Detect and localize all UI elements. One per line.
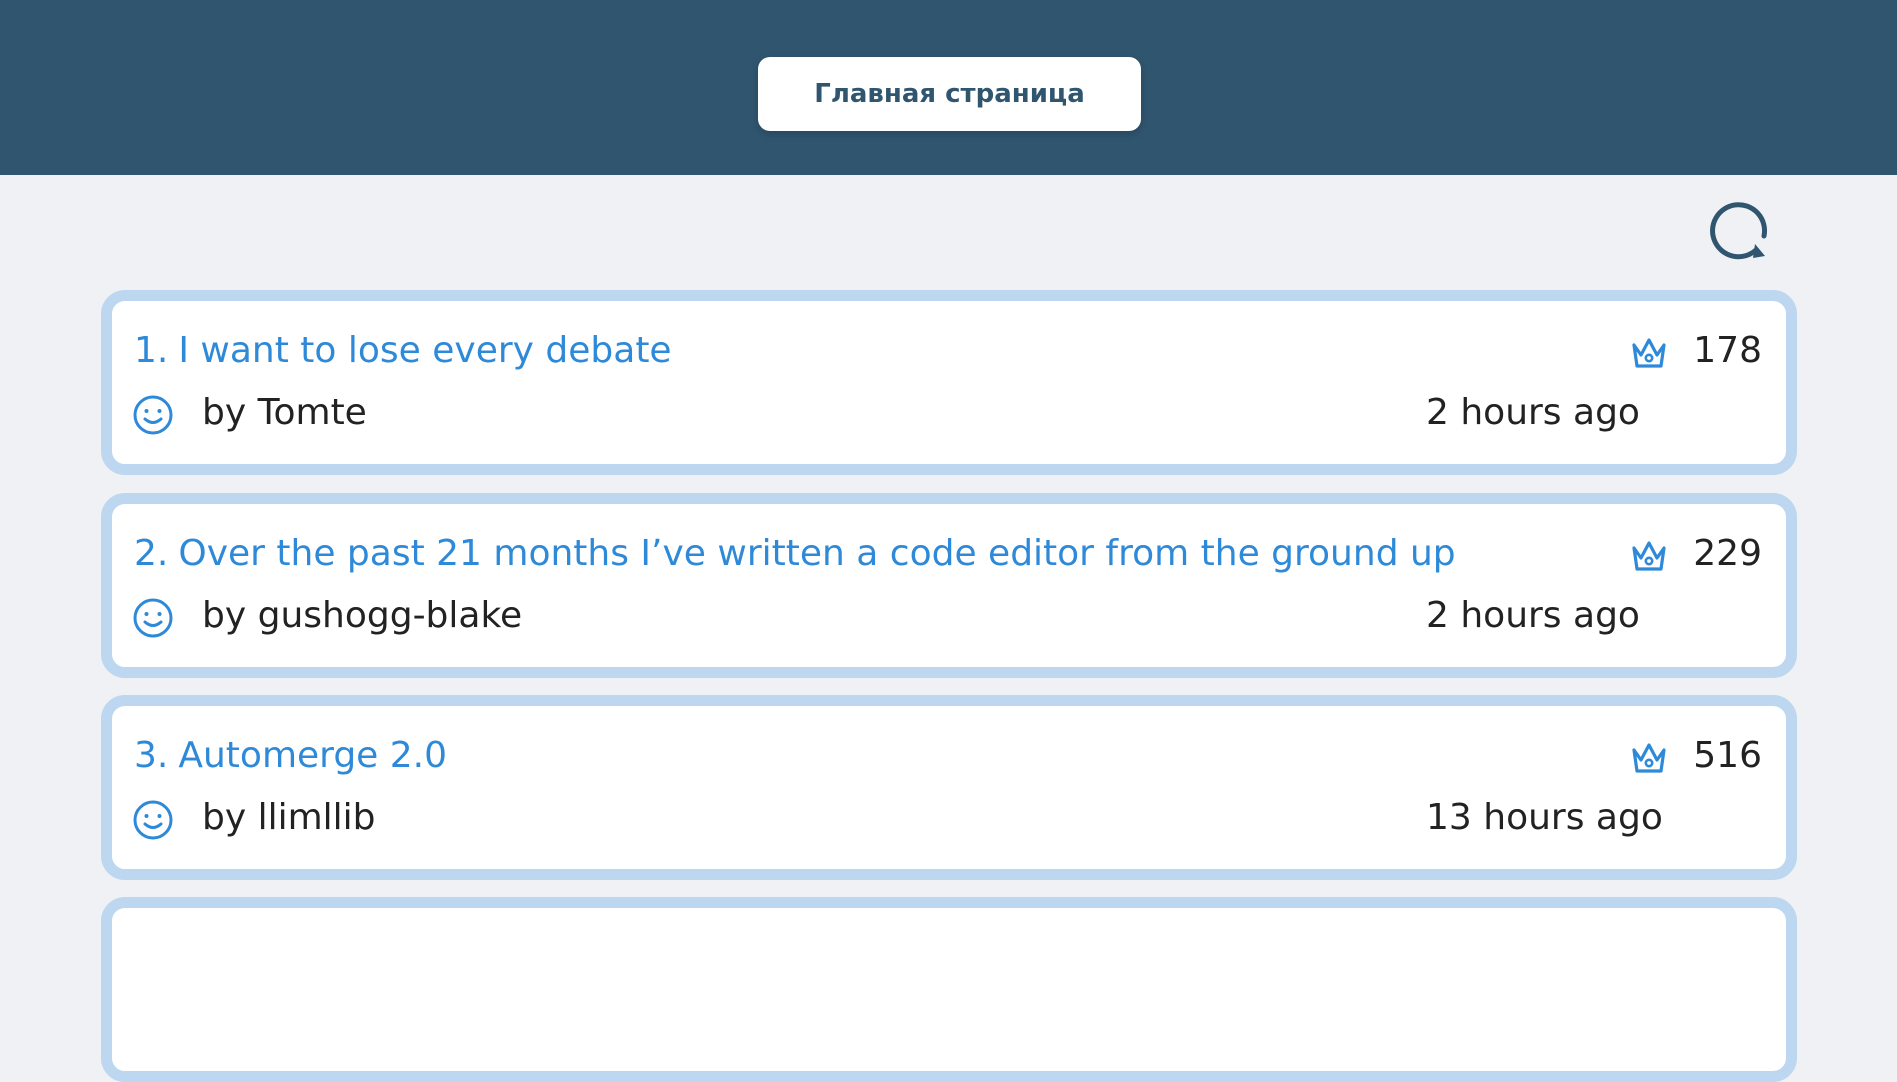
post-score: 229 — [1693, 533, 1762, 574]
post-title-link[interactable]: 3. Automerge 2.0 — [134, 734, 447, 778]
crown-icon — [1632, 338, 1666, 368]
post-title-link[interactable]: 2. Over the past 21 months I’ve written a… — [134, 532, 1456, 576]
smiley-user-icon — [133, 800, 173, 840]
post-author[interactable]: by llimllib — [202, 796, 376, 840]
post-number: 1. — [134, 330, 169, 371]
post-card — [101, 897, 1797, 1082]
post-time: 13 hours ago — [1426, 797, 1663, 838]
post-title-link[interactable]: 1. I want to lose every debate — [134, 329, 672, 373]
refresh-button[interactable] — [1708, 198, 1774, 264]
post-score: 178 — [1693, 330, 1762, 371]
refresh-icon — [1710, 202, 1768, 260]
post-number: 3. — [134, 735, 169, 776]
post-title-link[interactable] — [134, 936, 144, 980]
crown-icon — [1632, 541, 1666, 571]
top-header: Главная страница — [0, 0, 1897, 175]
crown-icon — [1632, 743, 1666, 773]
post-time: 2 hours ago — [1426, 392, 1640, 433]
post-title: Automerge 2.0 — [178, 735, 448, 776]
post-number: 2. — [134, 533, 169, 574]
post-card: 1. I want to lose every debate 178 by Tom… — [101, 290, 1797, 475]
post-card: 3. Automerge 2.0 516 by llimllib 13 hours… — [101, 695, 1797, 880]
post-card: 2. Over the past 21 months I’ve written a… — [101, 493, 1797, 678]
home-page-button[interactable]: Главная страница — [758, 57, 1141, 131]
post-title: Over the past 21 months I’ve written a c… — [178, 533, 1456, 574]
post-score: 516 — [1693, 735, 1762, 776]
post-title: I want to lose every debate — [178, 330, 672, 371]
smiley-user-icon — [133, 395, 173, 435]
post-time: 2 hours ago — [1426, 595, 1640, 636]
post-author[interactable]: by gushogg-blake — [202, 594, 522, 638]
smiley-user-icon — [133, 598, 173, 638]
post-author[interactable]: by Tomte — [202, 391, 367, 435]
